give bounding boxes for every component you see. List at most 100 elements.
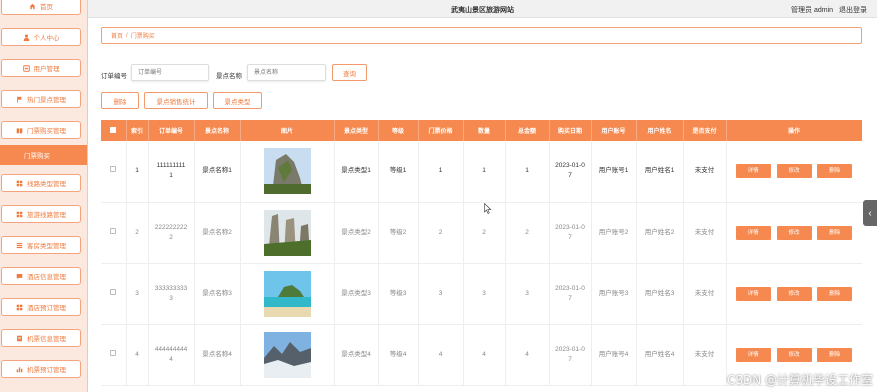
watermark: CSDN @计算机毕设工作室: [726, 373, 873, 387]
spot-type-button[interactable]: 景点类型: [213, 92, 262, 109]
cell-quantity: 4: [463, 324, 506, 385]
header-cell: 用户姓名: [636, 120, 684, 141]
cell-user-name: 用户姓名4: [636, 324, 684, 385]
sidebar-item-label: 酒店预订管理: [27, 305, 66, 312]
cell-price: 1: [418, 141, 464, 202]
cell-level: 等级2: [378, 202, 419, 263]
cell-order-number: 333333333 3: [148, 263, 195, 324]
detail-button[interactable]: 详情: [735, 347, 771, 362]
sidebar-item-hot-spots[interactable]: 热门景点管理: [1, 90, 81, 108]
cell-user-name: 用户姓名1: [636, 141, 684, 202]
row-checkbox[interactable]: [101, 324, 127, 385]
grid-icon: [16, 304, 23, 311]
header-cell: 操作: [726, 120, 862, 141]
sales-stats-button[interactable]: 景点销售统计: [144, 92, 208, 109]
delete-button[interactable]: 删除: [817, 225, 853, 240]
table-row: 1 111111111 1 景点名称1 景点类型1 等级1 1 1 1 2023-…: [101, 141, 862, 202]
cell-spot-name: 景点名称4: [194, 324, 241, 385]
cell-purchase-date: 2023-01-0 7: [549, 324, 592, 385]
order-number-input[interactable]: [131, 64, 209, 81]
spot-photo: [263, 148, 311, 195]
delete-button[interactable]: 删除: [817, 286, 853, 301]
delete-button[interactable]: 删除: [817, 164, 853, 179]
sidebar-item-flights[interactable]: 机票信息管理: [1, 329, 81, 347]
edit-button[interactable]: 修改: [776, 347, 812, 362]
header-cell: 景点名称: [194, 120, 241, 141]
header-cell: 门票价格: [418, 120, 464, 141]
sidebar-item-label: 热门景点管理: [27, 97, 66, 104]
sidebar-subitem-label: 门票购买: [24, 153, 50, 160]
sidebar-item-routes[interactable]: 旅游线路管理: [1, 205, 81, 223]
breadcrumb-separator: /: [126, 32, 128, 39]
chat-icon: [16, 273, 23, 280]
row-checkbox[interactable]: [101, 202, 127, 263]
cell-user-account: 用户账号1: [591, 141, 637, 202]
flag-icon: [16, 96, 23, 103]
cell-purchase-date: 2023-01-0 7: [549, 263, 592, 324]
cell-picture: [240, 202, 335, 263]
query-button[interactable]: 查询: [332, 64, 367, 81]
cell-user-account: 用户账号3: [591, 263, 637, 324]
cell-quantity: 1: [463, 141, 506, 202]
cell-price: 3: [418, 263, 464, 324]
cell-user-name: 用户姓名2: [636, 202, 684, 263]
header-cell: 索引: [126, 120, 149, 141]
bar-chart-icon: [16, 366, 23, 373]
cell-spot-name: 景点名称2: [194, 202, 241, 263]
delete-button[interactable]: 删除: [817, 347, 853, 362]
cell-paid-status: 未支付: [683, 202, 727, 263]
sidebar-item-profile[interactable]: 个人中心: [1, 28, 81, 46]
spot-name-input[interactable]: [247, 64, 326, 81]
sidebar-item-flight-bookings[interactable]: 机票预订管理: [1, 360, 81, 378]
cell-index: 2: [126, 202, 149, 263]
cell-spot-type: 景点类型1: [334, 141, 379, 202]
header-cell: 用户账号: [591, 120, 637, 141]
spot-photo: [263, 331, 311, 378]
sidebar-item-home[interactable]: 首页: [1, 0, 81, 15]
top-header: 武夷山景区旅游网站 管理员 admin 退出登录: [88, 0, 877, 18]
row-checkbox[interactable]: [101, 141, 127, 202]
edit-button[interactable]: 修改: [776, 225, 812, 240]
sidebar-item-label: 酒店信息管理: [27, 274, 66, 281]
cell-user-name: 用户姓名3: [636, 263, 684, 324]
sidebar-item-tickets[interactable]: 门票购买管理: [1, 121, 81, 139]
sidebar-subitem-ticket-purchase[interactable]: 门票购买: [0, 145, 87, 165]
cell-level: 等级4: [378, 324, 419, 385]
cell-paid-status: 未支付: [683, 263, 727, 324]
table-row: 3 333333333 3 景点名称3 景点类型3 等级3 3 3 3 2023-…: [101, 263, 862, 324]
sidebar-item-hotel-bookings[interactable]: 酒店预订管理: [1, 298, 81, 316]
detail-button[interactable]: 详情: [735, 286, 771, 301]
table-header-row: 索引 订单编号 景点名称 图片 景点类型 等级 门票价格 数量 总金额 购买日期…: [101, 120, 862, 141]
cell-picture: [240, 141, 335, 202]
batch-delete-button[interactable]: 删除: [101, 92, 139, 109]
cell-total: 3: [505, 263, 550, 324]
sidebar-item-route-types[interactable]: 线路类型管理: [1, 174, 81, 192]
header-cell: 总金额: [505, 120, 550, 141]
cell-paid-status: 未支付: [683, 141, 727, 202]
header-select-all[interactable]: [101, 120, 127, 141]
cell-quantity: 3: [463, 263, 506, 324]
row-checkbox[interactable]: [101, 263, 127, 324]
table-row: 2 222222222 2 景点名称2 景点类型2 等级2 2 2 2 2023-…: [101, 202, 862, 263]
cell-price: 4: [418, 324, 464, 385]
cell-index: 4: [126, 324, 149, 385]
spot-photo: [263, 270, 311, 317]
collapse-tab[interactable]: ‹: [863, 200, 877, 226]
edit-button[interactable]: 修改: [776, 286, 812, 301]
cell-level: 等级3: [378, 263, 419, 324]
sidebar-item-hotels[interactable]: 酒店信息管理: [1, 267, 81, 285]
sidebar-item-label: 门票购买管理: [27, 128, 66, 135]
cell-purchase-date: 2023-01-0 7: [549, 202, 592, 263]
sidebar-item-users[interactable]: 用户管理: [1, 59, 81, 77]
cell-actions: 详情 修改 删除: [726, 263, 862, 324]
cell-picture: [240, 263, 335, 324]
detail-button[interactable]: 详情: [735, 164, 771, 179]
edit-button[interactable]: 修改: [776, 164, 812, 179]
cell-index: 3: [126, 263, 149, 324]
logout-link[interactable]: 退出登录: [839, 7, 867, 14]
sidebar-item-room-types[interactable]: 客房类型管理: [1, 236, 81, 254]
detail-button[interactable]: 详情: [735, 225, 771, 240]
header-cell: 购买日期: [549, 120, 592, 141]
breadcrumb-home[interactable]: 首页: [111, 31, 123, 40]
header-cell: 订单编号: [148, 120, 195, 141]
